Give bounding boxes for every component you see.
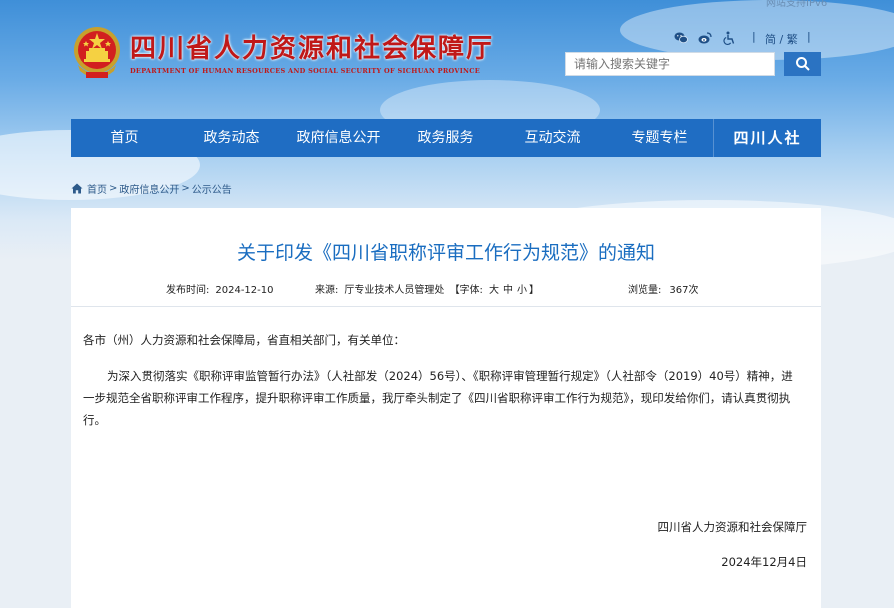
publish-date: 2024-12-10 — [215, 285, 274, 296]
nav-brand-sichuan-hrss[interactable]: 四川人社 — [714, 119, 821, 157]
nav-item-home[interactable]: 首页 — [71, 119, 178, 157]
nav-item-topics[interactable]: 专题专栏 — [606, 119, 713, 157]
tool-divider: | — [752, 30, 756, 43]
article-source: 来源: 厅专业技术人员管理处 【字体: 大中小】 — [315, 281, 539, 296]
site-title: 四川省人力资源和社会保障厅 — [130, 34, 495, 64]
language-toggle[interactable]: 简 / 繁 — [765, 31, 798, 47]
breadcrumb-separator: > — [181, 183, 190, 194]
breadcrumb-info-disclosure[interactable]: 政府信息公开 — [119, 181, 179, 196]
search-input[interactable] — [565, 52, 775, 76]
view-count: 浏览量: 367次 — [628, 281, 698, 296]
font-size-close: 】 — [528, 285, 539, 296]
nav-item-interaction[interactable]: 互动交流 — [499, 119, 606, 157]
national-emblem-icon — [74, 27, 120, 78]
views-label: 浏览量: — [628, 285, 662, 296]
paragraph-line-1: 为深入贯彻落实《职称评审监管暂行办法》（人社部发（2024）56号）、《职称评审… — [107, 369, 793, 383]
nav-item-services[interactable]: 政务服务 — [392, 119, 499, 157]
breadcrumb-home[interactable]: 首页 — [87, 181, 107, 196]
salutation: 各市（州）人力资源和社会保障局，省直相关部门，有关单位： — [83, 333, 405, 347]
paragraph-line-2: 一步规范全省职称评审工作程序，提升职称评审工作质量，我厅牵头制定了《四川省职称评… — [83, 391, 791, 405]
weibo-icon[interactable] — [698, 31, 712, 45]
publish-time: 发布时间: 2024-12-10 — [166, 281, 274, 296]
nav-item-news[interactable]: 政务动态 — [178, 119, 285, 157]
source-label: 来源: — [315, 285, 339, 296]
font-size-small[interactable]: 小 — [517, 285, 527, 296]
article-title: 关于印发《四川省职称评审工作行为规范》的通知 — [236, 242, 655, 264]
home-icon — [71, 183, 83, 194]
header-tools: | 简 / 繁 | — [672, 30, 822, 48]
article-card: 关于印发《四川省职称评审工作行为规范》的通知 发布时间: 2024-12-10 来… — [71, 208, 821, 608]
font-size-large[interactable]: 大 — [489, 285, 499, 296]
breadcrumb: 首页 > 政府信息公开 > 公示公告 — [71, 181, 232, 196]
nav-item-info-disclosure[interactable]: 政府信息公开 — [285, 119, 392, 157]
search-icon — [795, 57, 810, 71]
search-box — [565, 52, 821, 76]
wechat-icon[interactable] — [674, 31, 688, 45]
main-nav: 首页 政务动态 政府信息公开 政务服务 互动交流 专题专栏 四川人社 — [71, 119, 821, 157]
font-size-label: 【字体: — [449, 285, 483, 296]
tool-divider: | — [807, 30, 811, 43]
title-divider — [71, 306, 821, 307]
publish-label: 发布时间: — [166, 285, 210, 296]
views-value: 367次 — [669, 285, 699, 296]
breadcrumb-separator: > — [109, 183, 118, 194]
paragraph-line-3: 行。 — [83, 413, 106, 427]
ipv6-notice: 网站支持IPv6 — [766, 0, 828, 9]
search-button[interactable] — [784, 52, 821, 76]
font-size-medium[interactable]: 中 — [503, 285, 513, 296]
accessibility-icon[interactable] — [722, 31, 736, 45]
source-value: 厅专业技术人员管理处 — [344, 285, 445, 296]
site-subtitle: DEPARTMENT OF HUMAN RESOURCES AND SOCIAL… — [130, 67, 481, 75]
signature: 四川省人力资源和社会保障厅 — [657, 520, 808, 534]
breadcrumb-announcements[interactable]: 公示公告 — [192, 181, 232, 196]
issue-date: 2024年12月4日 — [721, 555, 807, 569]
